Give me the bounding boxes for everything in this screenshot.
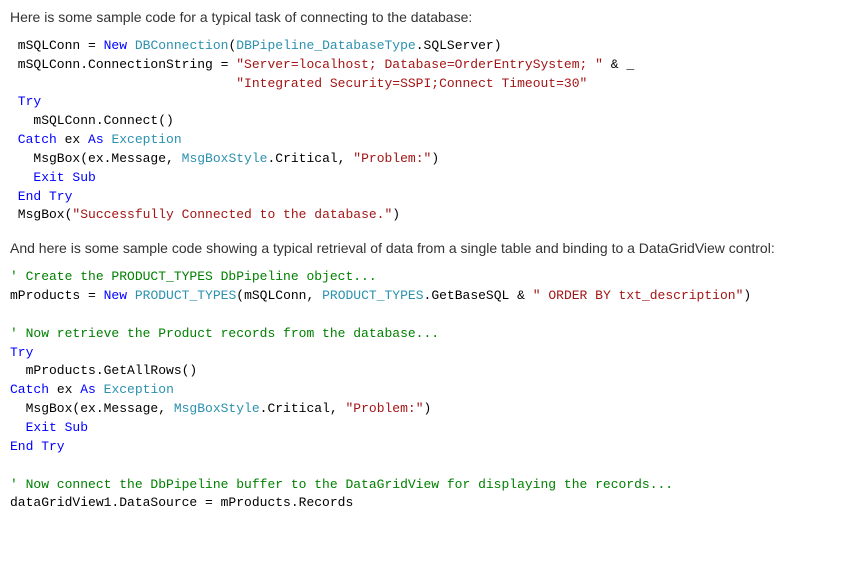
keyword-as: As [80,382,96,397]
code-text: mProducts = [10,288,104,303]
type-product-types: PRODUCT_TYPES [135,288,236,303]
keyword-try: Try [10,345,33,360]
code-text: mSQLConn.ConnectionString = [10,57,236,72]
code-text: & _ [603,57,634,72]
code-text: MsgBox(ex.Message, [10,151,182,166]
intro-paragraph-2: And here is some sample code showing a t… [10,239,836,258]
keyword-try: Try [10,94,41,109]
type-msgboxstyle: MsgBoxStyle [182,151,268,166]
type-product-types: PRODUCT_TYPES [322,288,423,303]
code-text: mProducts.GetAllRows() [10,363,197,378]
keyword-catch: Catch [10,132,57,147]
string-literal: "Server=localhost; Database=OrderEntrySy… [236,57,603,72]
code-text [127,288,135,303]
keyword-catch: Catch [10,382,49,397]
type-msgboxstyle: MsgBoxStyle [174,401,260,416]
code-text: .GetBaseSQL & [424,288,533,303]
comment: ' Now connect the DbPipeline buffer to t… [10,477,673,492]
string-literal: "Problem:" [353,151,431,166]
keyword-exit-sub: Exit Sub [10,170,96,185]
code-text [10,76,236,91]
code-block-2: ' Create the PRODUCT_TYPES DbPipeline ob… [10,268,836,513]
string-literal: " ORDER BY txt_description" [533,288,744,303]
keyword-end-try: End Try [10,189,72,204]
code-text: mSQLConn.Connect() [10,113,174,128]
code-text: .Critical, [267,151,353,166]
code-text: ex [57,132,88,147]
string-literal: "Problem:" [345,401,423,416]
string-literal: "Integrated Security=SSPI;Connect Timeou… [236,76,587,91]
keyword-end-try: End Try [10,439,65,454]
code-text [127,38,135,53]
type-exception: Exception [111,132,181,147]
code-text: MsgBox(ex.Message, [10,401,174,416]
code-text: .SQLServer) [416,38,502,53]
type-dbpipeline-databasetype: DBPipeline_DatabaseType [236,38,415,53]
code-text: ) [424,401,432,416]
keyword-as: As [88,132,104,147]
code-text: dataGridView1.DataSource = mProducts.Rec… [10,495,353,510]
code-block-1: mSQLConn = New DBConnection(DBPipeline_D… [10,37,836,225]
intro-paragraph-1: Here is some sample code for a typical t… [10,8,836,27]
code-text: ) [431,151,439,166]
code-text: MsgBox( [10,207,72,222]
type-exception: Exception [104,382,174,397]
code-text: ex [49,382,80,397]
string-literal: "Successfully Connected to the database.… [72,207,392,222]
comment: ' Create the PRODUCT_TYPES DbPipeline ob… [10,269,377,284]
code-text: .Critical, [260,401,346,416]
code-text: ) [743,288,751,303]
comment: ' Now retrieve the Product records from … [10,326,439,341]
code-text: (mSQLConn, [236,288,322,303]
code-text: mSQLConn = [10,38,104,53]
keyword-new: New [104,288,127,303]
type-dbconnection: DBConnection [135,38,229,53]
code-text [96,382,104,397]
keyword-new: New [104,38,127,53]
code-text: ) [392,207,400,222]
keyword-exit-sub: Exit Sub [10,420,88,435]
